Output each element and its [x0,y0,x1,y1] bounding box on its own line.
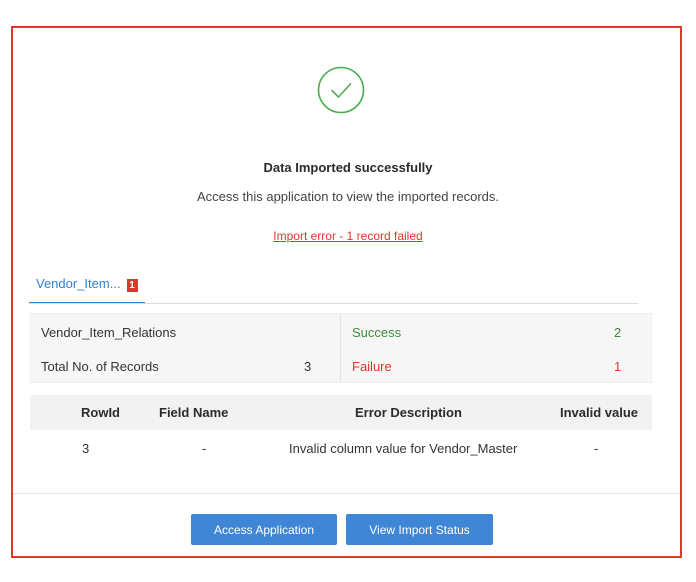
footer-divider [13,493,680,494]
column-header-invalid-value: Invalid value [560,405,639,420]
cell-rowid: 3 [82,441,90,456]
access-application-button[interactable]: Access Application [191,514,337,545]
failure-value: 1 [614,359,622,374]
tab-label[interactable]: Vendor_Item... [36,276,121,291]
check-circle-icon [317,66,365,114]
cell-error-description: Invalid column value for Vendor_Master [289,441,518,456]
summary-divider [340,314,341,382]
column-header-error-description: Error Description [355,405,462,420]
success-value: 2 [614,325,622,340]
total-records-value: 3 [304,359,312,374]
success-label: Success [352,325,402,340]
tab-divider [29,303,638,304]
column-header-rowid: RowId [81,405,120,420]
relation-name: Vendor_Item_Relations [41,325,177,340]
error-count-badge: 1 [126,279,138,292]
total-records-label: Total No. of Records [41,359,159,374]
tab-vendor-item[interactable]: Vendor_Item... 1 [29,276,145,304]
cell-field-name: - [202,441,207,456]
column-header-field-name: Field Name [159,405,229,420]
dialog-title: Data Imported successfully [263,160,433,175]
error-table-header: RowId Field Name Error Description Inval… [30,395,652,430]
import-error-link[interactable]: Import error - 1 record failed [0,229,696,243]
failure-label: Failure [352,359,392,374]
dialog-subtitle: Access this application to view the impo… [196,189,500,204]
import-error-link-text[interactable]: Import error - 1 record failed [273,229,422,243]
cell-invalid-value: - [594,441,599,456]
view-import-status-button[interactable]: View Import Status [346,514,493,545]
summary-panel: Vendor_Item_Relations Total No. of Recor… [30,313,652,383]
